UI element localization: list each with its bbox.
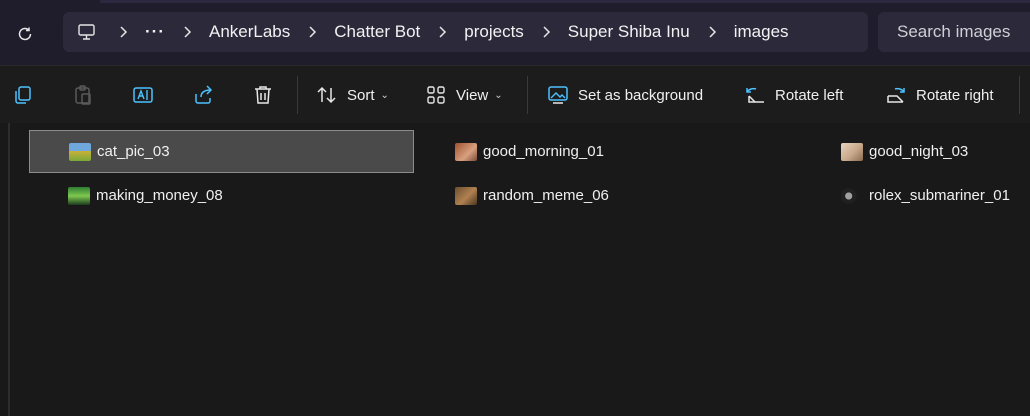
set-background-icon [548,86,568,104]
chevron-right-icon[interactable] [424,26,460,38]
view-icon [427,86,445,104]
set-as-background-button[interactable]: Set as background [547,80,703,110]
rotate-right-button[interactable]: Rotate right [885,80,994,110]
breadcrumb-item-chatter-bot[interactable]: Chatter Bot [330,22,424,42]
chevron-right-icon[interactable] [105,26,141,38]
rotate-left-icon [746,87,764,103]
file-item-good-night-03[interactable]: good_night_03 [841,130,1026,173]
view-label: View [456,86,489,104]
file-item-rolex-submariner-01[interactable]: rolex_submariner_01 [841,174,1026,217]
toolbar-separator [527,76,528,114]
breadcrumb-item-super-shiba-inu[interactable]: Super Shiba Inu [564,22,694,42]
chevron-right-icon[interactable] [294,26,330,38]
chevron-down-icon: ⌄ [380,89,389,101]
file-item-making-money-08[interactable]: making_money_08 [68,174,413,217]
chevron-right-icon[interactable] [694,26,730,38]
file-item-cat-pic-03[interactable]: cat_pic_03 [29,130,414,173]
search-placeholder: Search images [897,22,1011,41]
image-thumbnail-icon [69,142,91,161]
chevron-right-icon[interactable] [528,26,564,38]
view-button[interactable]: View ⌄ [425,80,503,110]
breadcrumb-overflow[interactable]: ··· [141,22,169,42]
paste-button[interactable] [72,80,94,110]
refresh-button[interactable] [10,20,40,48]
set-as-background-label: Set as background [578,86,704,104]
file-list: cat_pic_03 good_morning_01 good_night_03… [0,123,1030,416]
chevron-right-icon[interactable] [169,26,205,38]
file-name: rolex_submariner_01 [869,187,1010,204]
file-name: random_meme_06 [483,187,609,204]
rotate-right-label: Rotate right [916,86,994,104]
title-bar-edge [100,0,1030,3]
rename-icon [133,87,153,103]
this-pc-icon[interactable] [77,23,105,41]
rotate-right-icon [887,87,905,103]
sort-button[interactable]: Sort ⌄ [316,80,389,110]
rotate-left-label: Rotate left [775,86,844,104]
rotate-left-button[interactable]: Rotate left [744,80,843,110]
command-bar: Sort ⌄ View ⌄ Set as background Rotate l… [0,65,1030,123]
image-thumbnail-icon [455,142,477,161]
rename-button[interactable] [132,80,154,110]
refresh-icon [18,27,32,41]
navigation-pane-edge[interactable] [8,123,10,416]
breadcrumb-item-images[interactable]: images [730,22,793,42]
breadcrumb[interactable]: ··· AnkerLabs Chatter Bot projects Super… [63,12,868,52]
share-icon [195,85,213,104]
breadcrumb-item-ankerlabs[interactable]: AnkerLabs [205,22,294,42]
delete-icon [255,86,271,104]
image-thumbnail-icon [841,142,863,161]
search-input[interactable]: Search images [878,12,1030,52]
sort-label: Sort [347,86,375,104]
chevron-down-icon: ⌄ [494,89,503,101]
copy-icon [15,86,31,104]
file-item-random-meme-06[interactable]: random_meme_06 [455,174,815,217]
file-name: making_money_08 [96,187,223,204]
delete-button[interactable] [252,80,274,110]
breadcrumb-item-projects[interactable]: projects [460,22,528,42]
address-bar-row: ··· AnkerLabs Chatter Bot projects Super… [0,0,1030,65]
file-item-good-morning-01[interactable]: good_morning_01 [455,130,815,173]
file-name: cat_pic_03 [97,143,170,160]
toolbar-separator [297,76,298,114]
sort-icon [317,86,336,104]
share-button[interactable] [192,80,214,110]
copy-button[interactable] [12,80,34,110]
toolbar-separator [1019,76,1020,114]
image-thumbnail-icon [455,186,477,205]
image-thumbnail-icon [841,186,863,205]
file-name: good_night_03 [869,143,969,160]
image-thumbnail-icon [68,186,90,205]
file-name: good_morning_01 [483,143,604,160]
paste-icon [75,85,91,105]
